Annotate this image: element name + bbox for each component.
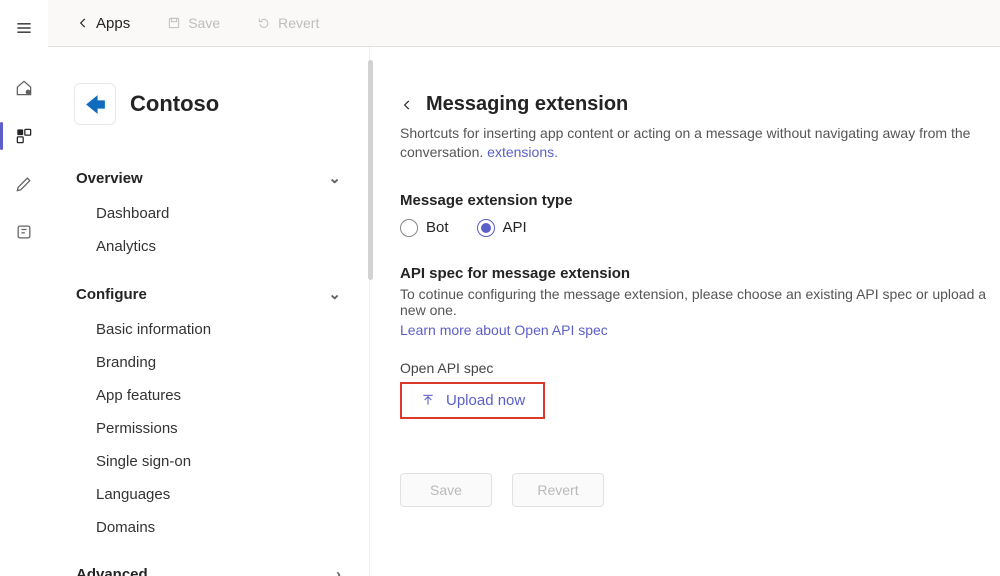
top-save-label: Save <box>188 15 220 31</box>
nav-item-branding[interactable]: Branding <box>74 346 343 379</box>
breadcrumb-label: Apps <box>96 15 130 32</box>
home-icon <box>14 78 34 98</box>
page-description: Shortcuts for inserting app content or a… <box>400 124 1000 162</box>
radio-bot-label: Bot <box>426 219 449 236</box>
hamburger-icon <box>14 18 34 38</box>
upload-now-label: Upload now <box>446 392 525 409</box>
nav-section-label: Configure <box>76 286 147 303</box>
revert-button[interactable]: Revert <box>512 473 604 507</box>
nav-section-label: Advanced <box>76 566 148 576</box>
save-icon <box>166 15 182 31</box>
nav-item-basic-information[interactable]: Basic information <box>74 313 343 346</box>
upload-icon <box>420 392 436 408</box>
upload-now-button[interactable]: Upload now <box>400 382 545 419</box>
radio-api[interactable]: API <box>477 219 527 237</box>
chevron-left-icon <box>76 16 90 30</box>
nav-item-analytics[interactable]: Analytics <box>74 230 343 263</box>
api-spec-help: To cotinue configuring the message exten… <box>400 286 1000 318</box>
revert-icon <box>256 15 272 31</box>
top-revert-label: Revert <box>278 15 319 31</box>
chevron-left-icon[interactable] <box>400 98 414 112</box>
rail-apps[interactable] <box>0 112 48 160</box>
nav-item-languages[interactable]: Languages <box>74 478 343 511</box>
page-description-text: Shortcuts for inserting app content or a… <box>400 125 970 160</box>
nav-item-domains[interactable]: Domains <box>74 511 343 544</box>
revert-button-label: Revert <box>537 482 578 498</box>
open-api-label: Open API spec <box>400 360 1000 376</box>
app-logo <box>74 83 116 125</box>
ext-type-label: Message extension type <box>400 192 1000 209</box>
extensions-link[interactable]: extensions. <box>487 144 558 160</box>
chevron-down-icon: ⌄ <box>328 285 341 303</box>
breadcrumb-back[interactable]: Apps <box>76 15 130 32</box>
pencil-icon <box>14 174 34 194</box>
app-header: Contoso <box>74 83 343 125</box>
nav-item-dashboard[interactable]: Dashboard <box>74 197 343 230</box>
save-button-label: Save <box>430 482 462 498</box>
nav-section-overview[interactable]: Overview ⌄ <box>74 159 343 197</box>
nav-section-advanced[interactable]: Advanced › <box>74 556 343 576</box>
detail-panel: Messaging extension Shortcuts for insert… <box>370 47 1000 576</box>
left-rail <box>0 0 48 576</box>
arrow-logo-icon <box>83 92 108 117</box>
nav-item-permissions[interactable]: Permissions <box>74 412 343 445</box>
top-save-button[interactable]: Save <box>166 15 220 31</box>
api-spec-learn-more-link[interactable]: Learn more about Open API spec <box>400 322 608 338</box>
rail-form[interactable] <box>0 208 48 256</box>
ext-type-radio-group: Bot API <box>400 219 1000 237</box>
radio-bot[interactable]: Bot <box>400 219 449 237</box>
action-row: Save Revert <box>400 473 1000 507</box>
rail-edit[interactable] <box>0 160 48 208</box>
app-title: Contoso <box>130 91 219 117</box>
nav-section-configure[interactable]: Configure ⌄ <box>74 275 343 313</box>
nav-item-app-features[interactable]: App features <box>74 379 343 412</box>
radio-api-label: API <box>503 219 527 236</box>
nav-section-label: Overview <box>76 170 143 187</box>
apps-icon <box>14 126 34 146</box>
hamburger-button[interactable] <box>0 4 48 52</box>
page-title: Messaging extension <box>426 93 628 116</box>
radio-icon <box>400 219 418 237</box>
chevron-right-icon: › <box>336 566 341 576</box>
chevron-down-icon: ⌄ <box>328 169 341 187</box>
api-spec-title: API spec for message extension <box>400 265 1000 282</box>
form-icon <box>14 222 34 242</box>
config-panel: Contoso Overview ⌄ Dashboard Analytics C… <box>48 47 370 576</box>
nav-item-single-sign-on[interactable]: Single sign-on <box>74 445 343 478</box>
save-button[interactable]: Save <box>400 473 492 507</box>
radio-icon <box>477 219 495 237</box>
top-revert-button[interactable]: Revert <box>256 15 319 31</box>
rail-home[interactable] <box>0 64 48 112</box>
top-bar: Apps Save Revert <box>48 0 1000 47</box>
